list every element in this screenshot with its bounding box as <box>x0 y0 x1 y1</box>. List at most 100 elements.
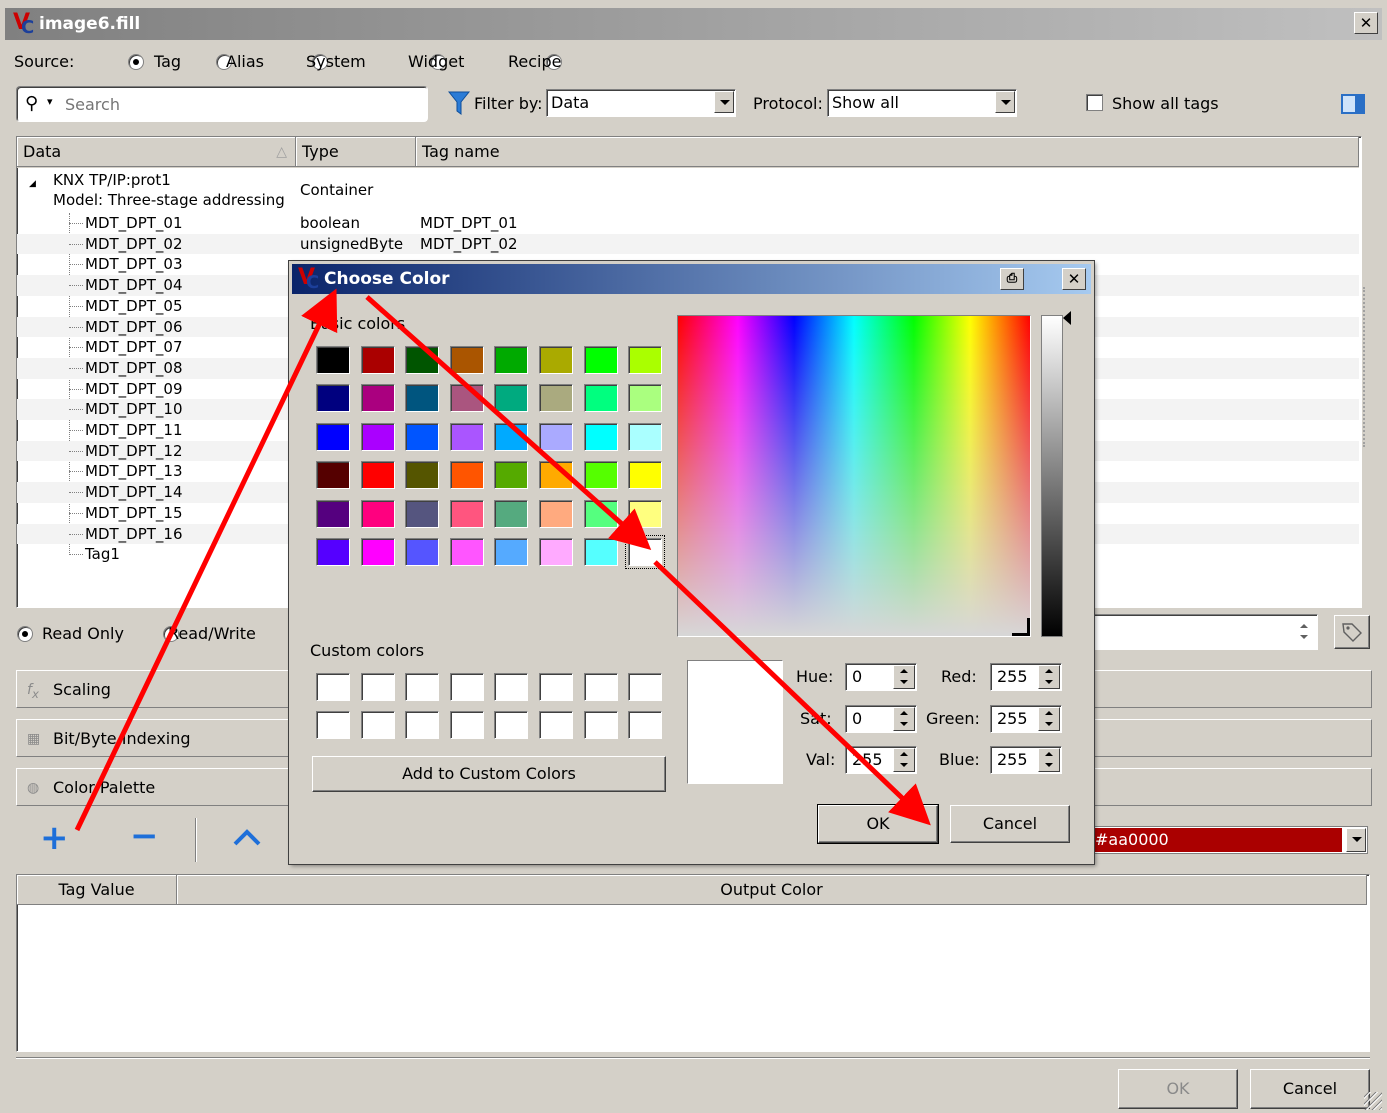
show-all-tags-checkbox[interactable] <box>1086 94 1103 111</box>
custom-color-swatch[interactable] <box>628 711 663 739</box>
basic-color-swatch[interactable] <box>539 384 573 413</box>
basic-color-swatch[interactable] <box>494 422 529 451</box>
basic-color-swatch[interactable] <box>360 461 395 490</box>
dialog-ok-button[interactable]: OK <box>817 804 939 844</box>
tree-root-row[interactable]: ◢ KNX TP/IP:prot1 Model: Three-stage add… <box>17 171 1359 213</box>
basic-color-swatch[interactable] <box>494 461 529 490</box>
basic-color-swatch[interactable] <box>449 384 484 413</box>
basic-color-swatch[interactable] <box>449 461 484 490</box>
hue-saturation-picker[interactable] <box>677 315 1031 637</box>
blue-spinbox[interactable]: 255 <box>990 746 1062 774</box>
move-up-icon[interactable] <box>232 828 262 848</box>
basic-color-swatch[interactable] <box>449 346 484 374</box>
table-row[interactable]: MDT_DPT_01 boolean MDT_DPT_01 <box>17 213 1359 234</box>
basic-color-swatch[interactable] <box>316 461 350 490</box>
protocol-select[interactable]: Show all <box>827 89 1017 117</box>
red-spinbox[interactable]: 255 <box>990 663 1062 691</box>
custom-color-swatch[interactable] <box>539 673 573 701</box>
blue-spin-arrows-icon[interactable] <box>1038 748 1060 772</box>
value-spinbox[interactable] <box>1090 614 1318 650</box>
search-box[interactable]: ⚲ ▾ <box>16 86 428 122</box>
basic-color-swatch[interactable] <box>316 499 350 528</box>
custom-color-swatch[interactable] <box>628 673 663 701</box>
remove-row-button[interactable]: − <box>130 816 159 856</box>
basic-color-swatch[interactable] <box>628 384 663 413</box>
basic-color-swatch[interactable] <box>539 538 573 566</box>
val-spinbox[interactable]: 255 <box>845 746 917 774</box>
hue-spinbox[interactable]: 0 <box>845 663 917 691</box>
value-spinbox-arrows-icon[interactable] <box>1294 621 1316 645</box>
resize-grip-icon[interactable] <box>1364 1092 1382 1110</box>
green-spin-arrows-icon[interactable] <box>1038 707 1060 731</box>
expand-arrow-icon[interactable]: ◢ <box>29 179 36 189</box>
output-color-dropdown-icon[interactable] <box>1346 828 1366 852</box>
custom-color-swatch[interactable] <box>539 711 573 739</box>
basic-color-swatch[interactable] <box>316 422 350 451</box>
basic-color-swatch[interactable] <box>360 499 395 528</box>
dialog-cancel-button[interactable]: Cancel <box>950 805 1070 843</box>
basic-color-swatch[interactable] <box>628 422 663 451</box>
col-header-tag-name[interactable]: Tag name <box>416 137 1359 167</box>
custom-color-swatch[interactable] <box>583 711 618 739</box>
basic-color-swatch[interactable] <box>583 499 618 528</box>
custom-color-swatch[interactable] <box>316 673 350 701</box>
custom-color-swatch[interactable] <box>583 673 618 701</box>
col-header-data[interactable]: Data △ <box>17 137 296 167</box>
basic-color-swatch[interactable] <box>539 461 573 490</box>
basic-color-swatch[interactable] <box>539 499 573 528</box>
val-spin-arrows-icon[interactable] <box>893 748 915 772</box>
basic-color-swatch[interactable] <box>405 422 440 451</box>
protocol-dropdown-icon[interactable] <box>995 91 1015 113</box>
dialog-restore-icon[interactable]: ⎙ <box>1000 268 1024 290</box>
basic-color-swatch[interactable] <box>316 346 350 374</box>
value-slider[interactable] <box>1041 315 1063 637</box>
custom-color-swatch[interactable] <box>405 673 440 701</box>
basic-color-swatch[interactable] <box>583 422 618 451</box>
basic-color-swatch[interactable] <box>405 538 440 566</box>
basic-color-swatch[interactable] <box>316 384 350 413</box>
source-radio-tag[interactable] <box>128 54 144 70</box>
add-to-custom-colors-button[interactable]: Add to Custom Colors <box>312 756 666 792</box>
custom-color-swatch[interactable] <box>316 711 350 739</box>
search-input[interactable] <box>63 94 413 115</box>
table-row[interactable]: MDT_DPT_02 unsignedByte MDT_DPT_02 <box>17 233 1359 255</box>
sat-spinbox[interactable]: 0 <box>845 705 917 733</box>
read-only-radio[interactable] <box>17 626 33 642</box>
basic-color-swatch[interactable] <box>405 346 440 374</box>
basic-color-swatch[interactable] <box>360 384 395 413</box>
basic-color-swatch[interactable] <box>449 422 484 451</box>
custom-color-swatch[interactable] <box>449 673 484 701</box>
basic-color-swatch[interactable] <box>360 422 395 451</box>
basic-color-swatch[interactable] <box>628 461 663 490</box>
cancel-button[interactable]: Cancel <box>1250 1069 1370 1109</box>
custom-color-swatch[interactable] <box>405 711 440 739</box>
basic-color-swatch[interactable] <box>628 346 663 374</box>
custom-color-swatch[interactable] <box>494 711 529 739</box>
add-row-button[interactable]: + <box>40 818 69 858</box>
custom-color-swatch[interactable] <box>449 711 484 739</box>
panel-layout-icon[interactable] <box>1341 94 1365 114</box>
output-color-select[interactable]: #aa0000 <box>1090 826 1368 854</box>
custom-color-swatch[interactable] <box>494 673 529 701</box>
col-header-tag-value[interactable]: Tag Value <box>17 875 177 905</box>
basic-color-swatch[interactable] <box>405 384 440 413</box>
filter-select[interactable]: Data <box>546 89 736 117</box>
hue-spin-arrows-icon[interactable] <box>893 665 915 689</box>
basic-color-swatch[interactable] <box>449 538 484 566</box>
basic-color-swatch[interactable] <box>405 499 440 528</box>
green-spinbox[interactable]: 255 <box>990 705 1062 733</box>
ok-button[interactable]: OK <box>1118 1069 1238 1109</box>
basic-color-swatch[interactable] <box>405 461 440 490</box>
basic-color-swatch[interactable] <box>449 499 484 528</box>
basic-color-swatch[interactable] <box>583 461 618 490</box>
basic-color-swatch[interactable] <box>539 422 573 451</box>
basic-color-swatch[interactable] <box>583 346 618 374</box>
value-slider-arrow-icon[interactable] <box>1063 311 1071 325</box>
basic-color-swatch[interactable] <box>494 384 529 413</box>
basic-color-swatch[interactable] <box>494 538 529 566</box>
basic-color-swatch[interactable] <box>494 499 529 528</box>
custom-color-swatch[interactable] <box>360 711 395 739</box>
basic-color-swatch[interactable] <box>360 346 395 374</box>
sat-spin-arrows-icon[interactable] <box>893 707 915 731</box>
window-close-button[interactable]: ✕ <box>1354 12 1378 34</box>
